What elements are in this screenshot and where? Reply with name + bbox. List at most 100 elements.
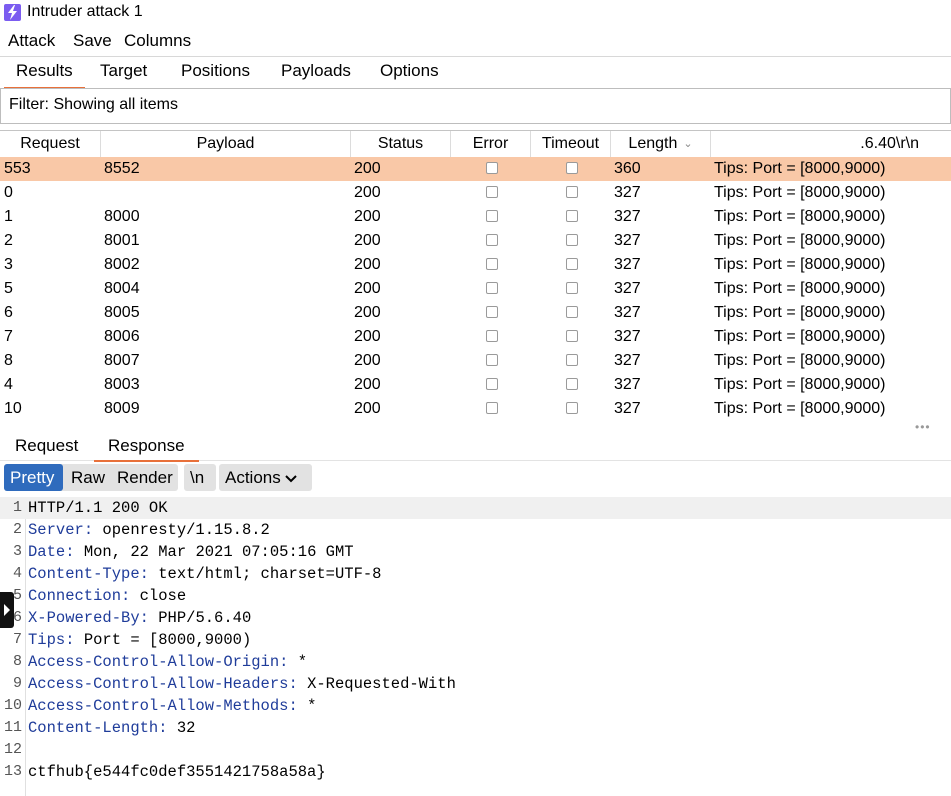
editor-line: 2 Server: openresty/1.15.8.2 [0, 519, 951, 541]
header-value: Port = [8000,9000) [83, 631, 252, 649]
timeout-checkbox [566, 378, 578, 390]
table-row[interactable]: 5 8004 200 327 Tips: Port = [8000,9000) [0, 277, 951, 301]
table-row[interactable]: 6 8005 200 327 Tips: Port = [8000,9000) [0, 301, 951, 325]
cell-length: 327 [614, 352, 641, 369]
col-header-error[interactable]: Error [451, 131, 531, 157]
line-number: 13 [3, 763, 22, 780]
editor-line: 13 ctfhub{e544fc0def3551421758a58a} [0, 761, 951, 783]
cell-status: 200 [354, 304, 381, 321]
raw-button[interactable]: Raw [65, 464, 109, 491]
cell-grep-extract: Tips: Port = [8000,9000) [714, 184, 886, 201]
line-content: X-Powered-By: PHP/5.6.40 [28, 607, 251, 629]
expand-panel-arrow-icon[interactable] [0, 592, 14, 628]
menu-bar: Attack Save Columns [0, 28, 951, 54]
table-row[interactable]: 0 200 327 Tips: Port = [8000,9000) [0, 181, 951, 205]
cell-length: 327 [614, 232, 641, 249]
response-editor[interactable]: 1 HTTP/1.1 200 OK 2 Server: openresty/1.15.… [0, 497, 951, 796]
table-row[interactable]: 8 8007 200 327 Tips: Port = [8000,9000) [0, 349, 951, 373]
cell-payload: 8004 [104, 280, 140, 297]
cell-grep-extract: Tips: Port = [8000,9000) [714, 160, 886, 177]
line-number: 10 [3, 697, 22, 714]
line-content: Tips: Port = [8000,9000) [28, 629, 251, 651]
editor-line: 8 Access-Control-Allow-Origin: * [0, 651, 951, 673]
cell-length: 360 [614, 160, 641, 177]
timeout-checkbox [566, 282, 578, 294]
header-separator: : [65, 543, 84, 561]
cell-status: 200 [354, 208, 381, 225]
cell-payload: 8005 [104, 304, 140, 321]
cell-length: 327 [614, 328, 641, 345]
cell-status: 200 [354, 352, 381, 369]
timeout-checkbox [566, 186, 578, 198]
col-header-request[interactable]: Request [0, 131, 101, 157]
col-header-timeout[interactable]: Timeout [531, 131, 611, 157]
line-text: HTTP/1.1 200 OK [28, 499, 168, 517]
header-value: text/html; charset=UTF-8 [158, 565, 382, 583]
newline-toggle-button[interactable]: \n [184, 464, 216, 491]
cell-grep-extract: Tips: Port = [8000,9000) [714, 376, 886, 393]
tab-options[interactable]: Options [378, 61, 441, 81]
tab-positions[interactable]: Positions [179, 61, 252, 81]
table-row[interactable]: 4 8003 200 327 Tips: Port = [8000,9000) [0, 373, 951, 397]
window-title: Intruder attack 1 [27, 3, 143, 20]
editor-line: 5 Connection: close [0, 585, 951, 607]
render-button[interactable]: Render [111, 464, 178, 491]
table-row[interactable]: 1 8000 200 327 Tips: Port = [8000,9000) [0, 205, 951, 229]
line-number: 4 [12, 565, 22, 582]
actions-label: Actions [225, 468, 281, 487]
line-content: Access-Control-Allow-Methods: * [28, 695, 316, 717]
cell-payload: 8006 [104, 328, 140, 345]
line-content: HTTP/1.1 200 OK [28, 497, 168, 519]
table-row[interactable]: 553 8552 200 360 Tips: Port = [8000,9000) [0, 157, 951, 181]
cell-length: 327 [614, 256, 641, 273]
cell-request: 10 [4, 400, 22, 417]
col-header-label: .6.40\r\n [860, 135, 919, 152]
editor-line: 9 Access-Control-Allow-Headers: X-Request… [0, 673, 951, 695]
menu-save[interactable]: Save [73, 31, 112, 51]
header-separator: : [158, 719, 177, 737]
table-row[interactable]: 2 8001 200 327 Tips: Port = [8000,9000) [0, 229, 951, 253]
filter-bar[interactable]: Filter: Showing all items [0, 88, 951, 124]
header-separator: : [121, 587, 140, 605]
line-number: 2 [12, 521, 22, 538]
col-header-grep-extract[interactable]: .6.40\r\n [711, 131, 951, 157]
tab-payloads[interactable]: Payloads [279, 61, 353, 81]
line-content: Content-Type: text/html; charset=UTF-8 [28, 563, 381, 585]
tab-request[interactable]: Request [15, 436, 78, 456]
error-checkbox [486, 234, 498, 246]
line-content: Access-Control-Allow-Headers: X-Requeste… [28, 673, 456, 695]
cell-status: 200 [354, 256, 381, 273]
header-name: X-Powered-By [28, 609, 140, 627]
tab-response[interactable]: Response [94, 436, 199, 462]
line-number: 7 [12, 631, 22, 648]
cell-length: 327 [614, 400, 641, 417]
actions-button[interactable]: Actions [219, 464, 312, 491]
header-separator: : [288, 675, 308, 693]
col-header-status[interactable]: Status [351, 131, 451, 157]
cell-grep-extract: Tips: Port = [8000,9000) [714, 232, 886, 249]
editor-line: 3 Date: Mon, 22 Mar 2021 07:05:16 GMT [0, 541, 951, 563]
cell-grep-extract: Tips: Port = [8000,9000) [714, 328, 886, 345]
cell-length: 327 [614, 280, 641, 297]
error-checkbox [486, 402, 498, 414]
table-row[interactable]: 7 8006 200 327 Tips: Port = [8000,9000) [0, 325, 951, 349]
table-row[interactable]: 3 8002 200 327 Tips: Port = [8000,9000) [0, 253, 951, 277]
timeout-checkbox [566, 330, 578, 342]
line-number: 9 [12, 675, 22, 692]
view-mode-group: Pretty Raw Render [4, 464, 178, 491]
header-value: * [307, 697, 317, 715]
tab-results[interactable]: Results [4, 61, 85, 89]
tab-target[interactable]: Target [98, 61, 149, 81]
menu-columns[interactable]: Columns [124, 31, 191, 51]
col-header-length[interactable]: Length ⌄ [611, 131, 711, 157]
editor-line: 7 Tips: Port = [8000,9000) [0, 629, 951, 651]
error-checkbox [486, 258, 498, 270]
error-checkbox [486, 354, 498, 366]
editor-line: 10 Access-Control-Allow-Methods: * [0, 695, 951, 717]
pretty-button[interactable]: Pretty [4, 464, 63, 491]
menu-attack[interactable]: Attack [8, 31, 55, 51]
error-checkbox [486, 210, 498, 222]
col-header-payload[interactable]: Payload [101, 131, 351, 157]
table-row[interactable]: 10 8009 200 327 Tips: Port = [8000,9000) [0, 397, 951, 421]
cell-length: 327 [614, 376, 641, 393]
